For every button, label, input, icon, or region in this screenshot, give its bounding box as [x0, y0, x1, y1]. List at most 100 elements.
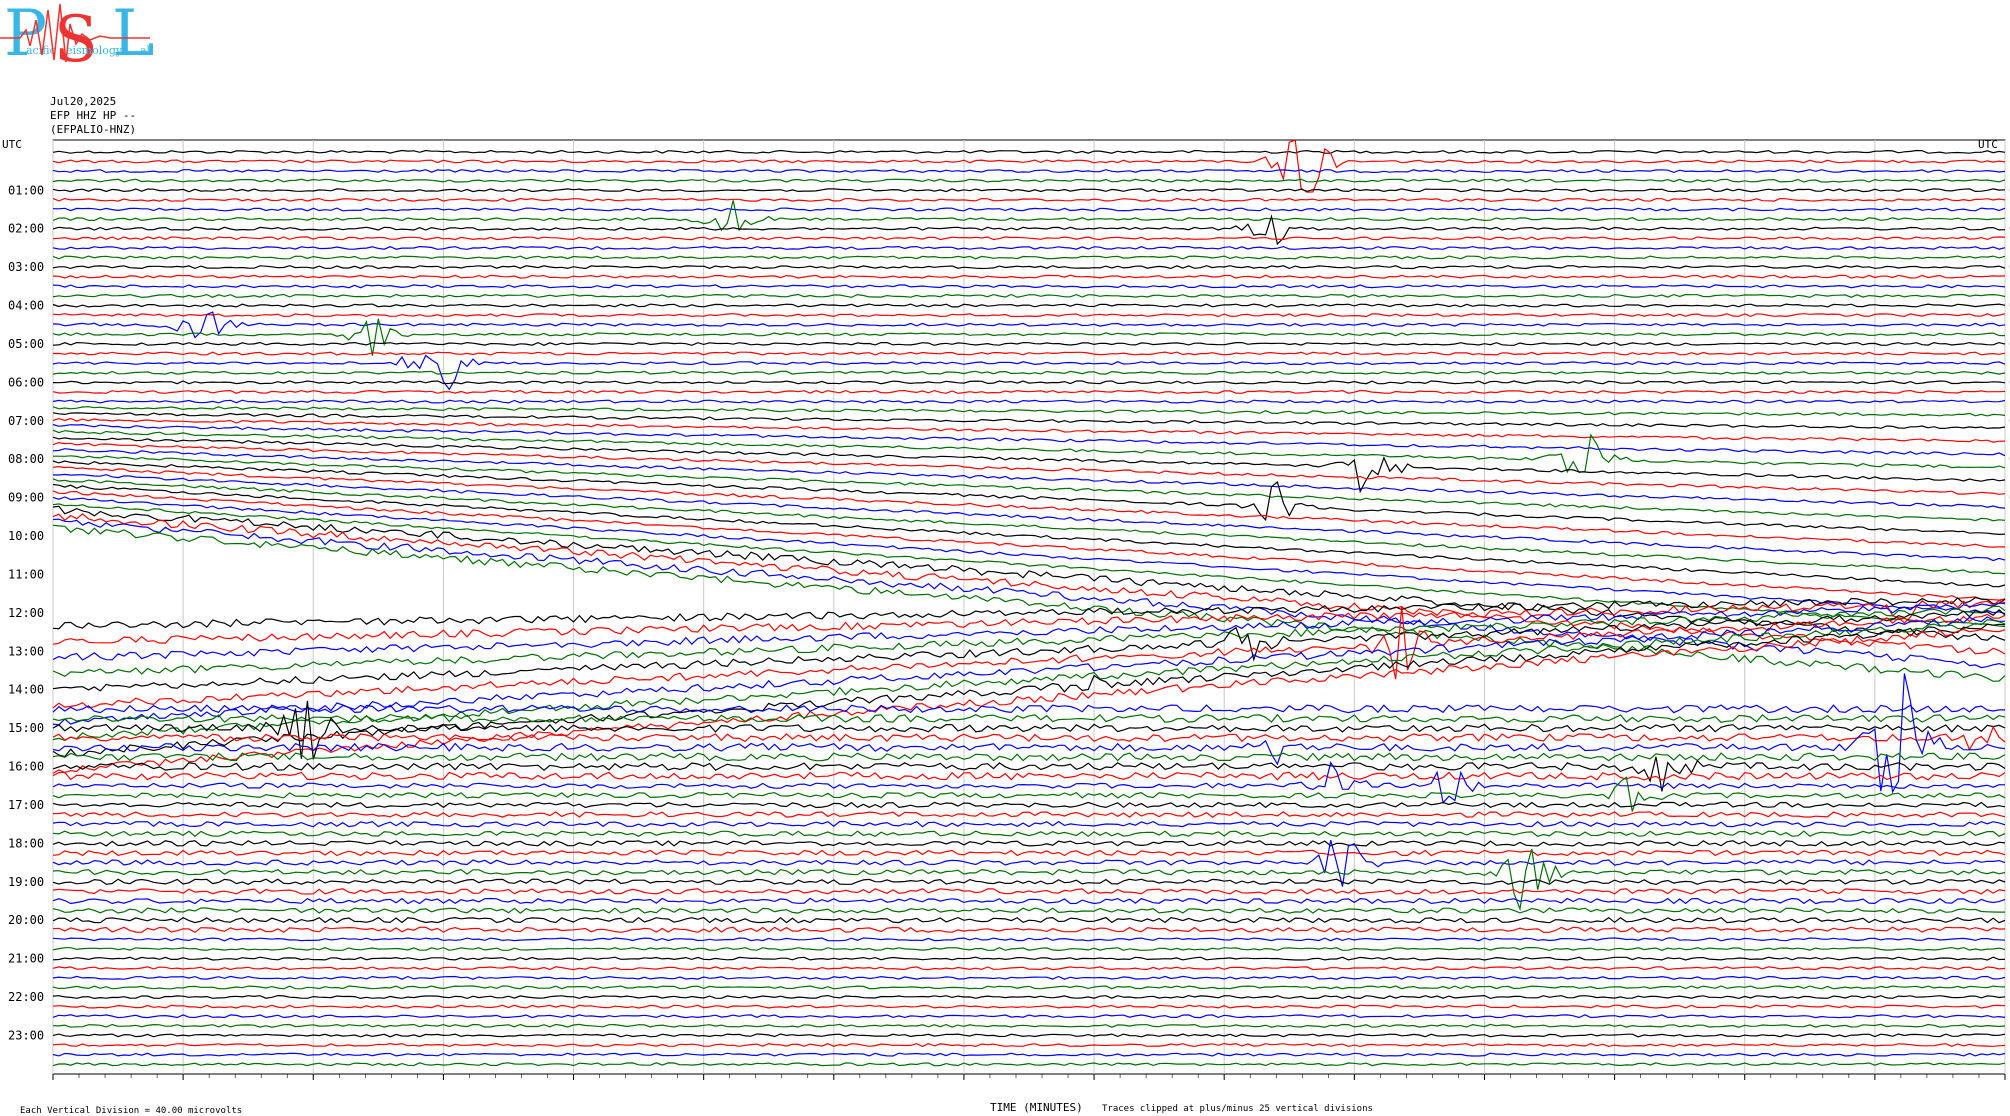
trace-line — [52, 399, 2006, 404]
utc-label-left: UTC — [2, 138, 22, 151]
trace-line — [52, 448, 2006, 509]
trace-line — [52, 236, 2006, 241]
trace-line — [52, 830, 2006, 838]
trace-line — [52, 761, 2006, 804]
hour-label-left: 01:00 — [8, 183, 44, 197]
hour-label-left: 23:00 — [8, 1028, 44, 1042]
trace-line — [52, 985, 2006, 990]
trace-line — [52, 897, 2006, 905]
trace-line — [52, 752, 2006, 762]
trace-line — [52, 524, 2006, 682]
trace-line — [52, 907, 2005, 914]
trace-line — [52, 303, 2006, 308]
trace-line — [52, 628, 2006, 774]
trace-line — [52, 197, 2006, 202]
hour-label-left: 07:00 — [8, 414, 44, 428]
trace-line — [52, 820, 2006, 828]
hour-label-left: 18:00 — [8, 836, 44, 850]
trace-line — [52, 926, 2006, 934]
trace-line — [52, 370, 2006, 375]
trace-line — [52, 888, 2006, 895]
hour-label-left: 14:00 — [8, 683, 44, 697]
trace-line — [52, 605, 2006, 678]
trace-line — [52, 200, 2006, 232]
trace-line — [52, 801, 2006, 809]
hour-label-left: 08:00 — [8, 452, 44, 466]
hour-label-left: 16:00 — [8, 760, 44, 774]
trace-line — [52, 423, 2006, 457]
trace-line — [52, 840, 2006, 847]
trace-line — [52, 771, 2006, 781]
trace-line — [52, 849, 2006, 857]
trace-line — [52, 937, 2006, 942]
trace-line — [52, 188, 2006, 193]
trace-line — [52, 255, 2006, 260]
hour-label-left: 17:00 — [8, 798, 44, 812]
plot-frame — [52, 139, 2006, 1075]
trace-line — [52, 178, 2006, 183]
trace-line — [52, 916, 2006, 924]
trace-line — [52, 1052, 2006, 1057]
trace-line — [52, 1023, 2006, 1028]
trace-line — [52, 149, 2006, 154]
trace-line — [52, 966, 2006, 971]
hour-label-left: 10:00 — [8, 529, 44, 543]
trace-line — [52, 673, 2006, 794]
trace-line — [52, 341, 2006, 346]
trace-line — [52, 518, 2006, 669]
trace-line — [52, 406, 2006, 417]
hour-label-left: 15:00 — [8, 721, 44, 735]
trace-line — [52, 700, 2006, 760]
hour-label-left: 04:00 — [8, 299, 44, 313]
hour-label-left: 11:00 — [8, 567, 44, 581]
trace-line — [52, 811, 2006, 818]
hour-label-left: 06:00 — [8, 375, 44, 389]
trace-line — [52, 436, 2006, 494]
hour-label-left: 19:00 — [8, 875, 44, 889]
trace-line — [52, 293, 2006, 298]
trace-line — [52, 169, 2006, 174]
trace-line — [52, 313, 2006, 318]
trace-line — [52, 351, 2006, 356]
trace-line — [52, 713, 2006, 724]
trace-line — [52, 389, 2006, 394]
trace-line — [52, 284, 2006, 289]
trace-line — [52, 139, 2006, 193]
trace-line — [52, 1004, 2006, 1009]
trace-line — [52, 274, 2006, 279]
footer-scale: Each Vertical Division = 40.00 microvolt… — [20, 1106, 243, 1116]
trace-line — [52, 994, 2006, 1000]
trace-line — [52, 1062, 2006, 1067]
trace-line — [53, 455, 2006, 522]
utc-label-right: UTC — [1978, 138, 1998, 151]
trace-line — [52, 490, 2006, 601]
trace-line — [52, 946, 2006, 952]
hour-label-left: 13:00 — [8, 644, 44, 658]
hour-label-left: 02:00 — [8, 222, 44, 236]
x-axis-label: TIME (MINUTES) — [990, 1101, 1083, 1114]
hour-label-left: 20:00 — [8, 913, 44, 927]
trace-line — [52, 839, 2006, 887]
trace-line — [52, 1033, 2006, 1038]
hour-label-left: 21:00 — [8, 952, 44, 966]
hour-label-left: 12:00 — [8, 606, 44, 620]
trace-line — [52, 245, 2006, 250]
trace-line — [52, 380, 2006, 385]
hour-label-left: 09:00 — [8, 491, 44, 505]
hour-label-left: 05:00 — [8, 337, 44, 351]
trace-line — [52, 878, 2006, 886]
trace-line — [52, 496, 2006, 615]
trace-line — [52, 1042, 2006, 1048]
trace-line — [52, 704, 2005, 714]
trace-line — [52, 975, 2006, 980]
trace-line — [52, 956, 2006, 961]
trace-line — [52, 207, 2006, 212]
trace-line — [52, 412, 2006, 430]
hour-label-left: 22:00 — [8, 990, 44, 1004]
trace-line — [52, 596, 2006, 630]
footer-clip-note: Traces clipped at plus/minus 25 vertical… — [1102, 1104, 1373, 1114]
trace-line — [52, 1014, 2006, 1019]
trace-line — [52, 265, 2006, 270]
trace-line — [52, 478, 2006, 575]
hour-label-left: 03:00 — [8, 260, 44, 274]
